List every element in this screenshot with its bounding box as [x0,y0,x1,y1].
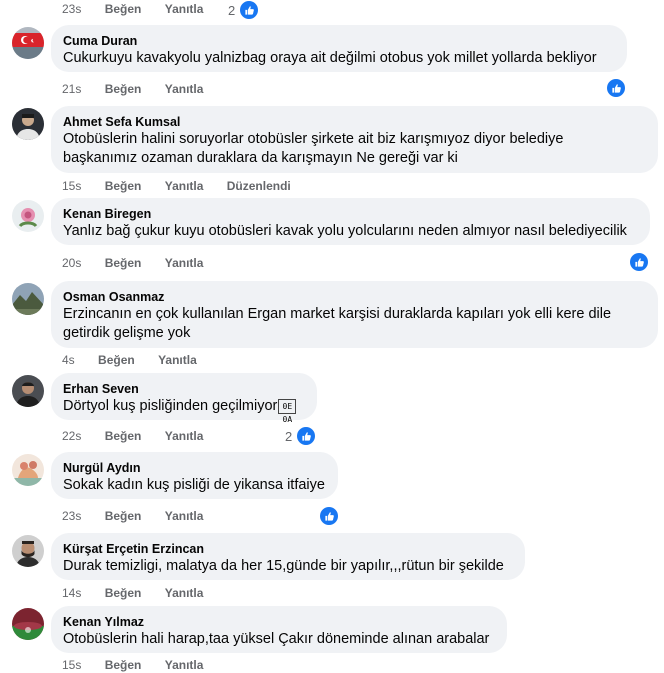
reaction-summary[interactable]: 2 [285,425,318,447]
avatar[interactable] [12,375,44,407]
comment-bubble: Kürşat Erçetin Erzincan Durak temizligi,… [51,533,525,580]
like-button[interactable]: Beğen [105,179,142,193]
reply-button[interactable]: Yanıtla [165,586,204,600]
comment-bubble: Ahmet Sefa Kumsal Otobüslerin halini sor… [51,106,658,173]
avatar[interactable] [12,200,44,232]
like-button[interactable]: Beğen [105,509,142,523]
comment-text-body: Dörtyol kuş pisliğinden geçilmiyor [63,398,278,414]
like-button[interactable]: Beğen [105,82,142,96]
comment-meta: 21s Beğen Yanıtla [62,81,223,97]
comment-author[interactable]: Cuma Duran [63,33,615,49]
reply-button[interactable]: Yanıtla [165,179,204,193]
comment-author[interactable]: Erhan Seven [63,381,305,397]
comment-time[interactable]: 15s [62,179,81,193]
like-button[interactable]: Beğen [105,256,142,270]
avatar[interactable] [12,108,44,140]
comment-bubble: Kenan Yılmaz Otobüslerin hali harap,taa … [51,606,507,653]
reply-button[interactable]: Yanıtla [165,509,204,523]
comment-bubble: Cuma Duran Cukurkuyu kavakyolu yalnizbag… [51,25,627,72]
reply-button[interactable]: Yanıtla [165,2,204,16]
reaction-summary[interactable]: 2 [228,0,261,21]
avatar[interactable] [12,283,44,315]
reply-button[interactable]: Yanıtla [165,82,204,96]
avatar[interactable] [12,608,44,640]
edited-label[interactable]: Düzenlendi [227,179,291,193]
like-button[interactable]: Beğen [105,429,142,443]
comment-time[interactable]: 14s [62,586,81,600]
like-reaction-icon [605,77,627,99]
comment-text: Yanlız bağ çukur kuyu otobüsleri kavak y… [63,223,627,239]
comment-text: Sokak kadın kuş pisliği de yikansa itfai… [63,477,325,493]
comment-author[interactable]: Nurgül Aydın [63,460,326,476]
avatar[interactable] [12,535,44,567]
reply-button[interactable]: Yanıtla [165,429,204,443]
comment-bubble: Osman Osanmaz Erzincanın en çok kullanıl… [51,281,658,348]
comment-time[interactable]: 23s [62,509,81,523]
comment-author[interactable]: Kenan Biregen [63,206,638,222]
comment-text: Erzincanın en çok kullanılan Ergan marke… [63,306,612,322]
like-reaction-icon [238,0,261,21]
reaction-count: 2 [228,2,236,18]
comment-time[interactable]: 4s [62,353,75,367]
like-button[interactable]: Beğen [105,658,142,672]
comment-bubble: Erhan Seven Dörtyol kuş pisliğinden geçi… [51,373,317,424]
comment-text: Cukurkuyu kavakyolu yalnizbag oraya ait … [63,50,597,66]
reply-button[interactable]: Yanıtla [165,256,204,270]
like-reaction-icon [295,425,318,447]
reply-button[interactable]: Yanıtla [165,658,204,672]
comment-author[interactable]: Kenan Yılmaz [63,614,495,630]
comment-text: Dörtyol kuş pisliğinden geçilmiyor 0E 0A [63,397,305,424]
reaction-count: 2 [285,428,293,444]
like-button[interactable]: Beğen [105,586,142,600]
missing-emoji-icon: 0E 0A [278,398,297,424]
comment-meta: 15s Beğen Yanıtla Düzenlendi [62,178,311,194]
reaction-summary[interactable] [605,77,627,99]
comment-time[interactable]: 22s [62,429,81,443]
comment-time[interactable]: 21s [62,82,81,96]
reply-button[interactable]: Yanıtla [158,353,197,367]
comment-time[interactable]: 20s [62,256,81,270]
comment-meta: 15s Beğen Yanıtla [62,657,223,673]
comment-text: Otobüslerin halini soruyorlar otobüsler … [63,131,564,147]
like-reaction-icon [628,251,650,273]
comment-text-line2: başkanımız ozaman duraklara da karışmayı… [63,150,458,166]
comment-meta: 23s Beğen Yanıtla [62,1,223,17]
comment-bubble: Nurgül Aydın Sokak kadın kuş pisliği de … [51,452,338,499]
reaction-summary[interactable] [628,251,650,273]
comment-author[interactable]: Ahmet Sefa Kumsal [63,114,646,130]
like-button[interactable]: Beğen [105,2,142,16]
like-button[interactable]: Beğen [98,353,135,367]
comment-meta: 4s Beğen Yanıtla [62,352,217,368]
comment-author[interactable]: Kürşat Erçetin Erzincan [63,541,513,557]
comment-meta: 23s Beğen Yanıtla [62,508,223,524]
comment-meta: 20s Beğen Yanıtla [62,255,223,271]
comment-text-line2: getirdik gelişme yok [63,325,191,341]
avatar[interactable] [12,27,44,59]
comment-text: Otobüslerin hali harap,taa yüksel Çakır … [63,631,490,647]
reaction-summary[interactable] [318,505,340,527]
comment-time[interactable]: 23s [62,2,81,16]
avatar[interactable] [12,454,44,486]
comment-meta: 22s Beğen Yanıtla [62,428,223,444]
comment-author[interactable]: Osman Osanmaz [63,289,646,305]
like-reaction-icon [318,505,340,527]
comment-meta: 14s Beğen Yanıtla [62,585,223,601]
comment-time[interactable]: 15s [62,658,81,672]
comment-bubble: Kenan Biregen Yanlız bağ çukur kuyu otob… [51,198,650,245]
comment-text: Durak temizligi, malatya da her 15,günde… [63,558,504,574]
